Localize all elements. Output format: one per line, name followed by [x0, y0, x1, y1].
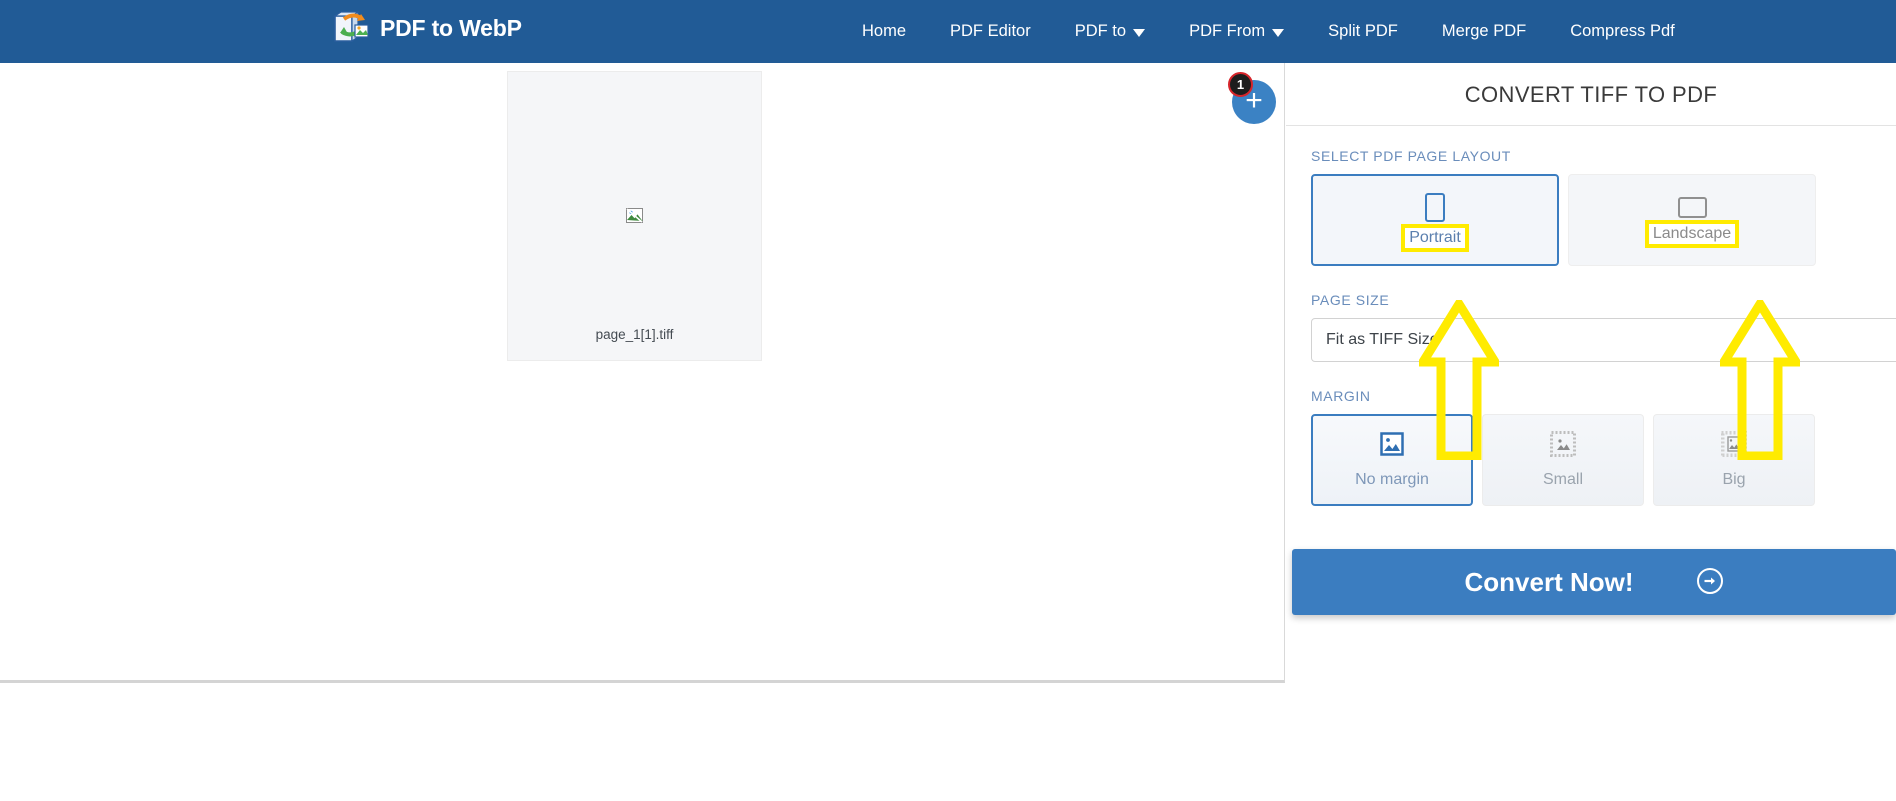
convert-now-label: Convert Now!	[1464, 566, 1634, 597]
broken-image-icon	[625, 207, 644, 225]
margin-options: No margin Small Big	[1311, 414, 1871, 506]
nav-label: Split PDF	[1328, 22, 1398, 40]
file-thumbnail-card[interactable]: page_1[1].tiff	[507, 71, 762, 361]
nav-label: PDF Editor	[950, 22, 1031, 40]
chevron-down-icon	[1133, 28, 1146, 37]
margin-option-small-label: Small	[1542, 471, 1583, 488]
convert-now-button[interactable]: Convert Now!	[1292, 549, 1896, 615]
nav-label: Compress Pdf	[1570, 22, 1675, 40]
nav-label: Merge PDF	[1441, 22, 1527, 40]
nav-item-pdf-from[interactable]: PDF From	[1167, 22, 1306, 41]
brand-logo[interactable]: PDF to WebP	[328, 7, 522, 49]
landscape-rect-icon	[1677, 196, 1707, 218]
site-header: PDF to WebP Home PDF Editor PDF to PDF F…	[0, 0, 1896, 63]
page-size-selected-value: Fit as TIFF Size	[1326, 331, 1439, 348]
portrait-rect-icon	[1425, 192, 1445, 222]
layout-option-landscape-label: Landscape	[1644, 219, 1740, 248]
image-big-margin-icon	[1718, 428, 1750, 462]
nav-item-pdf-editor[interactable]: PDF Editor	[928, 22, 1053, 41]
image-small-margin-icon	[1550, 431, 1576, 462]
page-size-section-label: PAGE SIZE	[1311, 292, 1390, 308]
add-file-control: + 1	[1228, 72, 1280, 124]
pdf-to-webp-logo-icon	[328, 7, 374, 49]
nav-item-compress-pdf[interactable]: Compress Pdf	[1548, 22, 1697, 41]
margin-section-label: MARGIN	[1311, 388, 1371, 404]
page-layout-section-label: SELECT PDF PAGE LAYOUT	[1311, 148, 1511, 164]
page-size-select[interactable]: Fit as TIFF Size	[1311, 318, 1896, 362]
file-name-label: page_1[1].tiff	[595, 327, 674, 342]
margin-option-no-margin-label: No margin	[1355, 471, 1429, 488]
margin-option-big[interactable]: Big	[1653, 414, 1815, 506]
main-navigation: Home PDF Editor PDF to PDF From Split PD…	[840, 0, 1697, 63]
nav-item-split-pdf[interactable]: Split PDF	[1306, 22, 1420, 41]
panel-title: CONVERT TIFF TO PDF	[1286, 63, 1896, 126]
margin-option-big-label: Big	[1722, 471, 1746, 488]
panel-body: SELECT PDF PAGE LAYOUT Portrait Landscap…	[1286, 126, 1896, 506]
chevron-down-icon	[1272, 28, 1285, 37]
nav-label: PDF to	[1074, 22, 1127, 40]
page-layout-options: Portrait Landscape	[1311, 174, 1871, 266]
nav-label: Home	[862, 22, 907, 40]
arrow-circle-right-icon	[1696, 567, 1724, 598]
nav-label: PDF From	[1189, 22, 1266, 40]
nav-item-merge-pdf[interactable]: Merge PDF	[1420, 22, 1548, 41]
layout-option-landscape[interactable]: Landscape	[1568, 174, 1816, 266]
nav-item-home[interactable]: Home	[840, 22, 928, 41]
layout-option-portrait[interactable]: Portrait	[1311, 174, 1559, 266]
margin-option-small[interactable]: Small	[1482, 414, 1644, 506]
brand-name: PDF to WebP	[380, 14, 522, 41]
file-workspace: page_1[1].tiff	[0, 63, 1285, 683]
image-no-margin-icon	[1379, 431, 1405, 462]
nav-item-pdf-to[interactable]: PDF to	[1053, 22, 1167, 41]
margin-option-no-margin[interactable]: No margin	[1311, 414, 1473, 506]
layout-option-portrait-label: Portrait	[1401, 223, 1469, 252]
file-count-badge: 1	[1228, 72, 1253, 97]
